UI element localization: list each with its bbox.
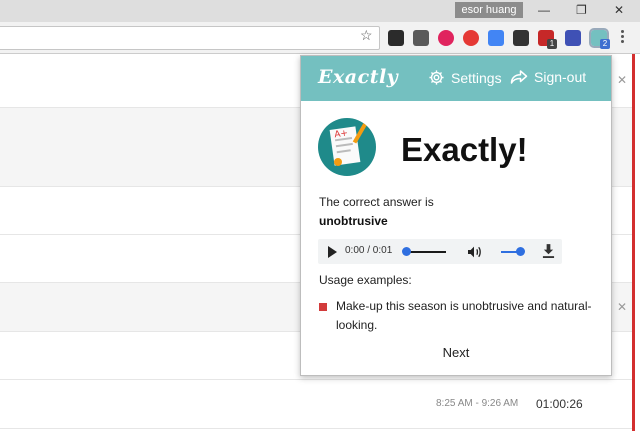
row-divider — [0, 428, 632, 429]
browser-toolbar: ☆ 1 2 — [0, 22, 640, 54]
window-titlebar: esor huang — ❐ ✕ — [0, 0, 640, 22]
calendar-extension-icon[interactable] — [565, 30, 581, 46]
settings-label: Settings — [451, 69, 502, 86]
minimize-icon[interactable]: — — [538, 3, 550, 17]
audio-time: 0:00 / 0:01 — [345, 245, 393, 256]
answer-word: unobtrusive — [319, 214, 388, 228]
power-extension-icon[interactable] — [463, 30, 479, 46]
exactly-logo: Exactly — [318, 66, 399, 88]
translate-extension-icon[interactable] — [488, 30, 504, 46]
row-duration: 01:00:26 — [536, 397, 583, 411]
chrome-menu-icon[interactable] — [621, 30, 625, 45]
kiwi-extension-icon[interactable] — [438, 30, 454, 46]
settings-button[interactable]: Settings — [428, 69, 502, 86]
example-bullet — [319, 303, 327, 311]
profile-name-badge[interactable]: esor huang — [455, 2, 523, 18]
evernote-extension-icon[interactable] — [388, 30, 404, 46]
exactly-popup: Exactly Settings Sign-out A+ Exactly! Th… — [300, 55, 612, 376]
audio-progress-bar[interactable] — [406, 251, 446, 253]
pocket-extension-icon[interactable] — [413, 30, 429, 46]
row-close-icon[interactable]: ✕ — [617, 300, 627, 314]
restore-icon[interactable]: ❐ — [576, 3, 587, 17]
row-close-icon[interactable]: ✕ — [617, 73, 627, 87]
play-icon[interactable] — [328, 246, 337, 258]
download-icon[interactable] — [542, 244, 555, 259]
answer-label: The correct answer is — [319, 195, 434, 209]
extension-badge: 2 — [600, 39, 610, 49]
svg-text:A+: A+ — [334, 129, 349, 141]
audio-player: 0:00 / 0:01 — [318, 239, 562, 264]
row-divider — [0, 379, 632, 380]
next-button[interactable]: Next — [426, 343, 486, 363]
row-time-range: 8:25 AM - 9:26 AM — [436, 398, 519, 409]
share-arrow-icon — [510, 70, 528, 84]
exactly-extension-icon[interactable]: 2 — [589, 28, 610, 49]
gear-icon — [429, 70, 444, 85]
extension-badge: 1 — [547, 39, 557, 49]
film-extension-icon[interactable] — [513, 30, 529, 46]
signout-button[interactable]: Sign-out — [510, 69, 586, 85]
usage-examples-label: Usage examples: — [319, 273, 412, 287]
result-headline: Exactly! — [401, 131, 528, 168]
volume-icon[interactable] — [466, 244, 482, 260]
usage-example: Make-up this season is unobtrusive and n… — [336, 299, 592, 332]
popup-header: Exactly Settings Sign-out — [301, 56, 611, 101]
close-window-icon[interactable]: ✕ — [614, 3, 624, 17]
page-edge-accent — [632, 54, 640, 431]
volume-knob[interactable] — [516, 247, 525, 256]
exactly-app-icon: A+ — [318, 118, 376, 176]
red-extension-icon[interactable]: 1 — [538, 30, 557, 49]
signout-label: Sign-out — [534, 69, 587, 85]
bookmark-star-icon[interactable]: ☆ — [360, 27, 373, 44]
address-bar[interactable] — [0, 26, 380, 50]
audio-progress-knob[interactable] — [402, 247, 411, 256]
